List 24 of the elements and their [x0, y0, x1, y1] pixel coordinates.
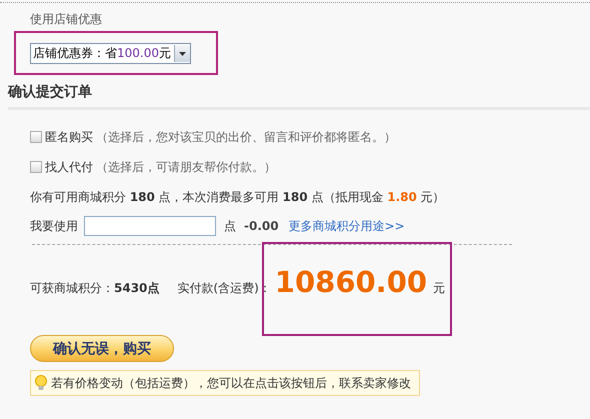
points-input[interactable]: [84, 216, 216, 236]
total-amount: 10860.00: [274, 265, 428, 299]
lightbulb-icon: [35, 375, 47, 391]
deduction-amount: -0.00: [244, 219, 279, 233]
caret-icon[interactable]: [174, 44, 190, 62]
currency-unit: 元: [433, 280, 446, 297]
points-unit: 点: [224, 218, 236, 234]
use-points-label: 我要使用: [30, 218, 78, 234]
earn-points-label: 可获商城积分：: [30, 280, 114, 297]
earn-points-value: 5430点: [114, 280, 160, 297]
coupon-heading: 使用店铺优惠: [30, 11, 102, 28]
confirm-purchase-button[interactable]: 确认无误，购买: [30, 335, 174, 362]
points-info: 你有可用商城积分 180 点，本次消费最多可用 180 点（抵用现金 1.80 元）: [30, 189, 445, 206]
option-label: 找人代付: [45, 158, 93, 176]
tip-text: 若有价格变动（包括运费），您可以在点击该按钮后，联系卖家修改: [51, 374, 411, 392]
payment-label: 实付款(含运费)：: [177, 280, 271, 297]
option-note: （选择后，可请朋友帮你付款。）: [96, 158, 276, 176]
option-label: 匿名购买: [45, 128, 93, 146]
section-title: 确认提交订单: [8, 83, 92, 101]
points-link[interactable]: 更多商城积分用途>>: [288, 218, 405, 234]
checkbox[interactable]: [30, 161, 42, 173]
checkbox[interactable]: [30, 131, 42, 143]
option-note: （选择后，您对该宝贝的出价、留言和评价都将匿名。）: [96, 128, 396, 146]
coupon-dropdown[interactable]: 店铺优惠券：省100.00元: [30, 42, 191, 64]
